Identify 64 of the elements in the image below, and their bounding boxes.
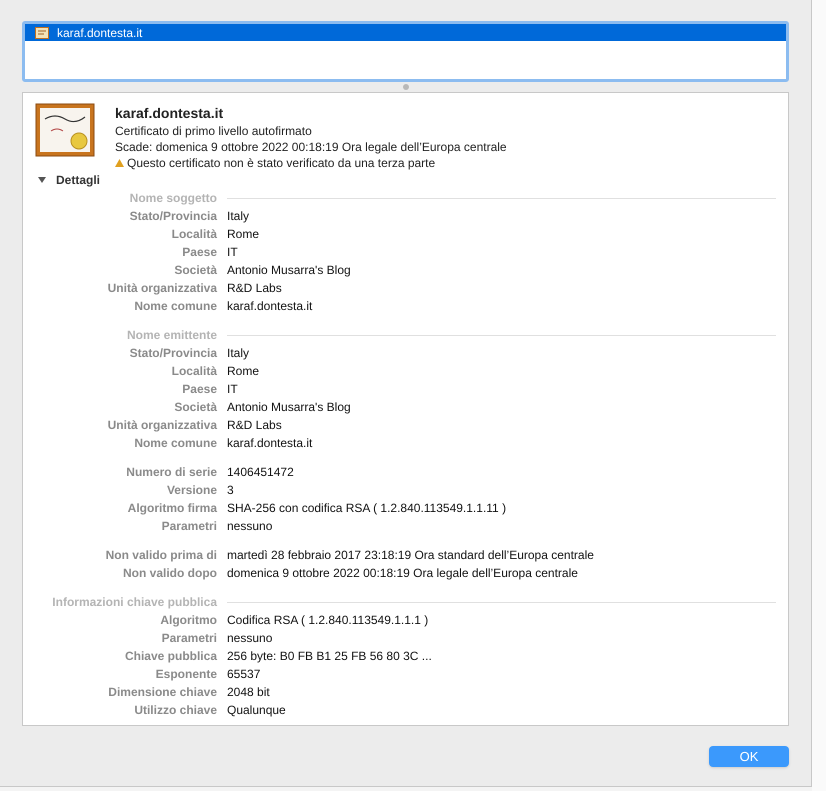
list-item[interactable]: karaf.dontesta.it xyxy=(25,24,786,41)
certificate-type: Certificato di primo livello autofirmato xyxy=(115,123,313,139)
field-label: Algoritmo xyxy=(160,612,217,629)
field-value: karaf.dontesta.it xyxy=(227,435,312,452)
field-label: Non valido dopo xyxy=(123,565,217,582)
field-value: R&D Labs xyxy=(227,417,282,434)
field-label: Società xyxy=(174,262,217,279)
field-label: Società xyxy=(174,399,217,416)
field-label: Nome comune xyxy=(134,298,217,315)
certificate-drawing xyxy=(35,103,95,157)
field-value: SHA-256 con codifica RSA ( 1.2.840.113549.1.1.11 ) xyxy=(227,500,506,517)
field-label: Stato/Provincia xyxy=(130,208,217,225)
field-value: Italy xyxy=(227,345,250,362)
field-label: Paese xyxy=(182,244,217,261)
section-title: Nome soggetto xyxy=(130,190,217,207)
field-value: Rome xyxy=(227,363,260,380)
field-label: Unità organizzativa xyxy=(108,417,217,434)
field-label: Algoritmo firma xyxy=(128,500,217,517)
field-label: Paese xyxy=(182,381,217,398)
field-label: Nome comune xyxy=(134,435,217,452)
field-value: 3 xyxy=(227,482,234,499)
field-label: Località xyxy=(172,363,217,380)
field-label: Numero di serie xyxy=(126,464,217,481)
field-label: Dimensione chiave xyxy=(108,684,217,701)
field-label: Utilizzo chiave xyxy=(134,702,217,719)
field-value: nessuno xyxy=(227,518,272,535)
field-value: nessuno xyxy=(227,630,272,647)
field-label: Versione xyxy=(166,482,217,499)
field-label: Località xyxy=(172,226,217,243)
section-title: Nome emittente xyxy=(126,327,217,344)
certificate-icon xyxy=(35,26,49,38)
field-value: Italy xyxy=(227,208,250,225)
list-item-label: karaf.dontesta.it xyxy=(57,24,142,42)
field-value: IT xyxy=(227,244,238,261)
field-value: 2048 bit xyxy=(227,684,270,701)
field-value: Codifica RSA ( 1.2.840.113549.1.1.1 ) xyxy=(227,612,428,629)
disclosure-triangle-icon[interactable] xyxy=(38,176,46,184)
field-value: 65537 xyxy=(227,666,260,683)
expiry-date: Scade: domenica 9 ottobre 2022 00:18:19 Ora legale dell’Europa centrale xyxy=(115,139,507,155)
warning-text: Questo certificato non è stato verificato da una terza parte xyxy=(127,155,436,171)
certificate-name: karaf.dontesta.it xyxy=(115,104,224,123)
field-value: IT xyxy=(227,381,238,398)
field-label: Unità organizzativa xyxy=(108,280,217,297)
field-label: Chiave pubblica xyxy=(124,648,217,665)
field-value: karaf.dontesta.it xyxy=(227,298,312,315)
ok-button[interactable]: OK xyxy=(709,746,789,767)
field-value: 256 byte: B0 FB B1 25 FB 56 80 3C ... xyxy=(227,648,432,665)
field-label: Parametri xyxy=(162,630,217,647)
details-label: Dettagli xyxy=(56,172,100,189)
field-label: Esponente xyxy=(156,666,217,683)
field-value: Rome xyxy=(227,226,260,243)
splitter-handle[interactable] xyxy=(402,84,408,90)
field-value: domenica 9 ottobre 2022 00:18:19 Ora legale dell’Europa centrale xyxy=(227,565,578,582)
field-label: Stato/Provincia xyxy=(130,345,217,362)
field-value: 1406451472 xyxy=(227,464,294,481)
field-value: Qualunque xyxy=(227,702,286,719)
field-label: Non valido prima di xyxy=(106,547,217,564)
warning-icon xyxy=(115,159,124,167)
field-label: Parametri xyxy=(162,518,217,535)
field-value: R&D Labs xyxy=(227,280,282,297)
field-value: Antonio Musarra's Blog xyxy=(227,399,351,416)
field-value: martedì 28 febbraio 2017 23:18:19 Ora standard dell’Europa centrale xyxy=(227,547,594,564)
field-value: Antonio Musarra's Blog xyxy=(227,262,351,279)
section-title: Informazioni chiave pubblica xyxy=(52,594,217,611)
